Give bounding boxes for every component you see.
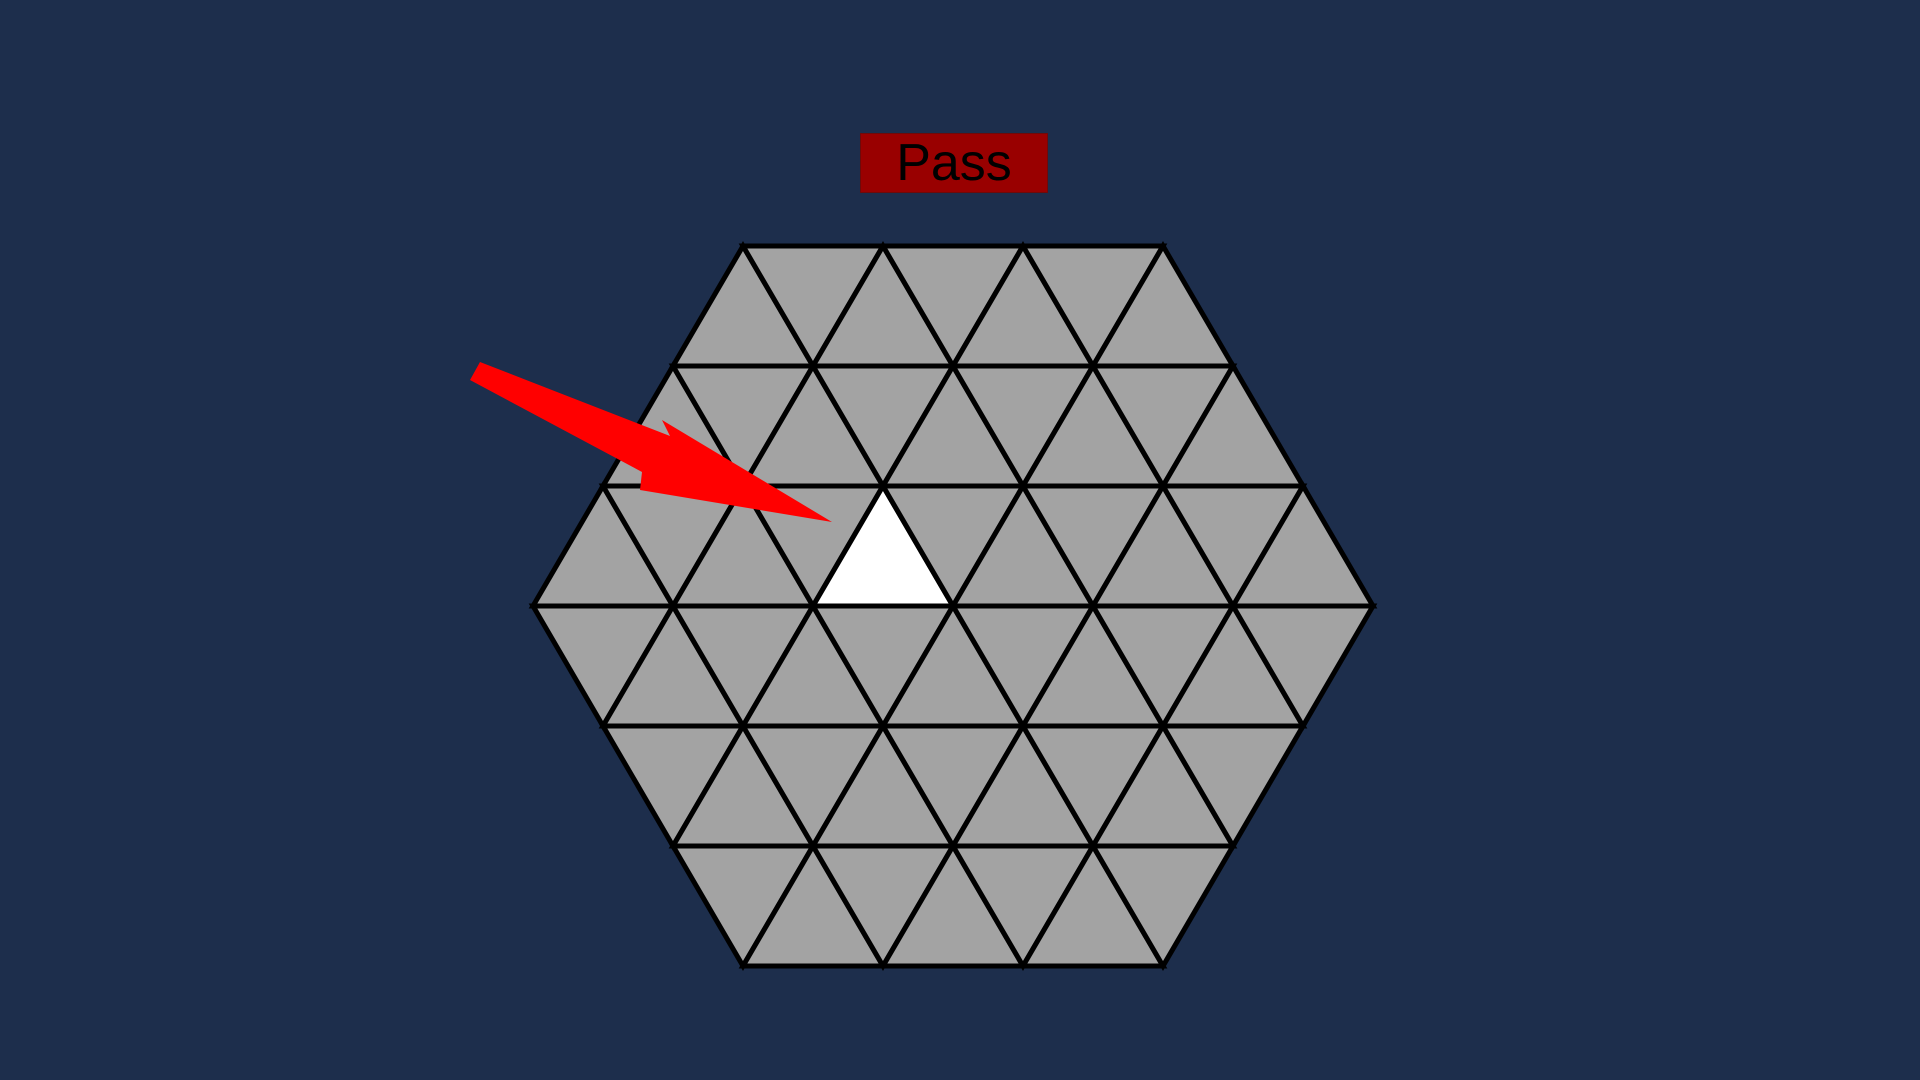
hex-triangle-board	[470, 241, 1378, 971]
game-stage: Pass	[0, 0, 1920, 1080]
board-cells	[528, 241, 1378, 971]
